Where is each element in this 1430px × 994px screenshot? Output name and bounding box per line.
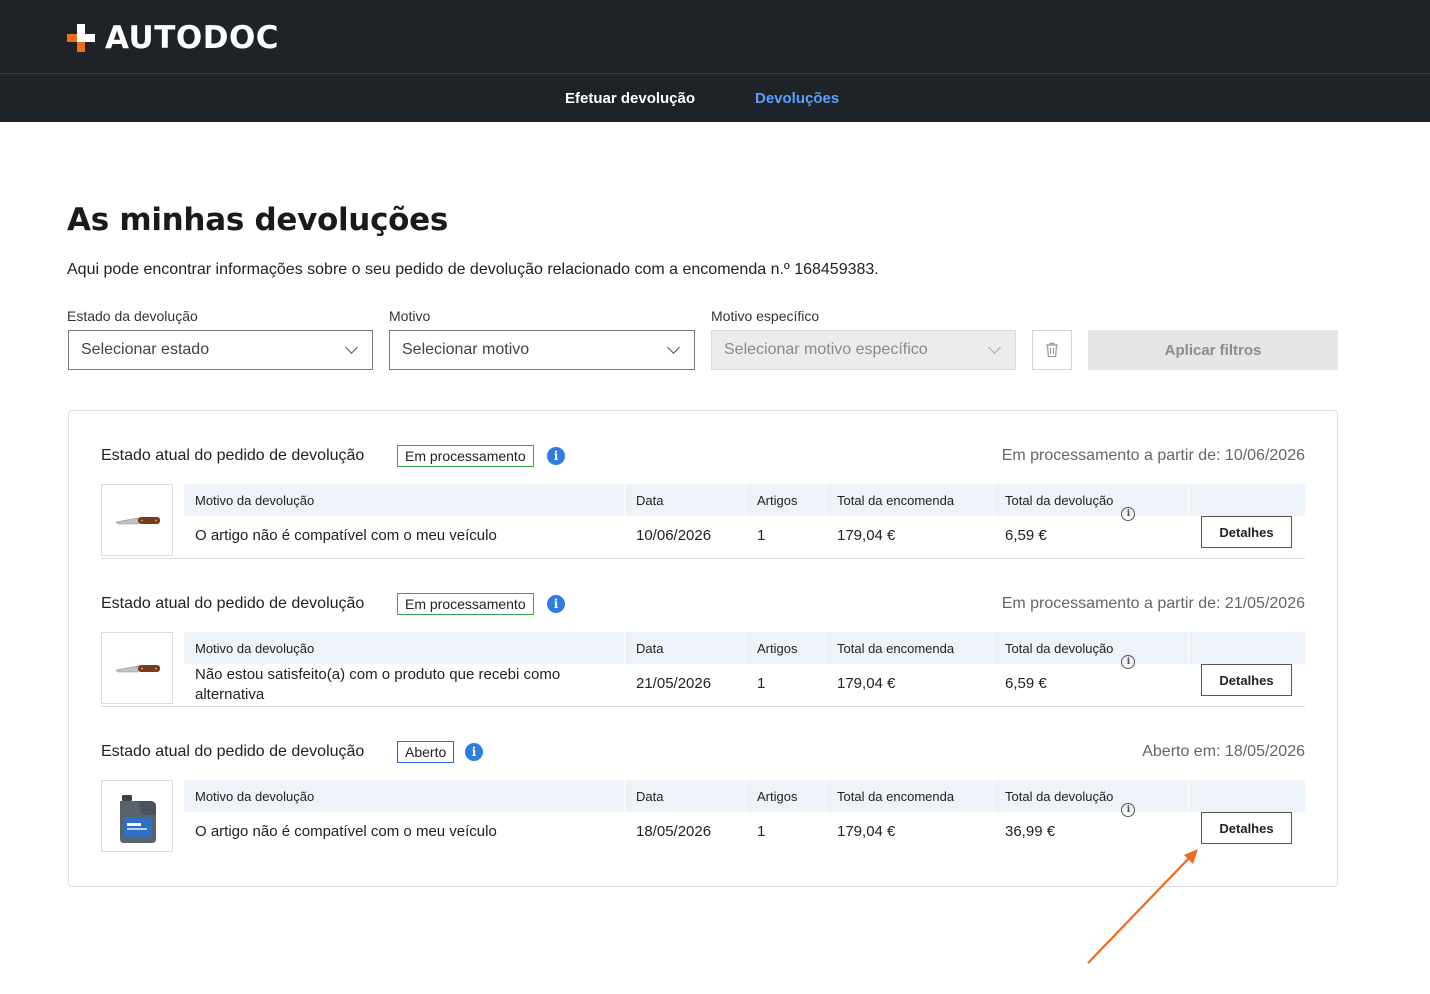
col-return-total: Total da devoluçãoi <box>1005 789 1136 817</box>
table-header: Motivo da devolução Data Artigos Total d… <box>184 780 1305 817</box>
returns-list: Estado atual do pedido de devolução Em p… <box>68 410 1338 887</box>
return-item: Estado atual do pedido de devolução Em p… <box>101 411 1305 559</box>
details-button[interactable]: Detalhes <box>1201 516 1292 548</box>
items-cell: 1 <box>757 823 766 840</box>
col-order-total: Total da encomenda <box>837 641 955 656</box>
top-header: AUTODOC <box>0 0 1430 74</box>
logo-plus-icon <box>67 24 95 52</box>
reason-select-value: Selecionar motivo <box>402 341 530 358</box>
product-thumbnail <box>101 632 173 704</box>
chevron-down-icon <box>988 341 1001 354</box>
oil-canister-icon <box>120 795 156 843</box>
col-order-total: Total da encomenda <box>837 789 955 804</box>
reason-cell: O artigo não é compatível com o meu veíc… <box>195 823 497 840</box>
reason-filter-label: Motivo <box>389 308 431 324</box>
nav-efetuar-devolucao[interactable]: Efetuar devolução <box>565 90 695 107</box>
knife-icon <box>115 517 160 525</box>
order-total-cell: 179,04 € <box>837 527 896 544</box>
autodoc-logo[interactable]: AUTODOC <box>67 20 279 56</box>
reason-select[interactable]: Selecionar motivo <box>389 330 695 370</box>
product-thumbnail <box>101 484 173 556</box>
chevron-down-icon <box>345 341 358 354</box>
status-select-value: Selecionar estado <box>81 341 210 358</box>
details-button[interactable]: Detalhes <box>1201 664 1292 696</box>
annotation-arrow-icon <box>1087 849 1198 964</box>
col-reason: Motivo da devolução <box>195 789 315 804</box>
status-badge: Aberto <box>397 741 455 763</box>
table-row: O artigo não é compatível com o meu veíc… <box>184 516 1305 556</box>
specific-reason-select-value: Selecionar motivo específico <box>724 341 928 358</box>
col-order-total: Total da encomenda <box>837 493 955 508</box>
reason-cell: O artigo não é compatível com o meu veíc… <box>195 527 497 544</box>
trash-icon <box>1046 342 1058 358</box>
col-items: Artigos <box>757 789 798 804</box>
state-label: Estado atual do pedido de devolução <box>101 447 365 464</box>
main-nav: Efetuar devolução Devoluções <box>0 74 1430 122</box>
apply-filters-button[interactable]: Aplicar filtros <box>1088 330 1338 370</box>
reason-cell: Não estou satisfeito(a) com o produto qu… <box>195 666 561 703</box>
items-cell: 1 <box>757 527 766 544</box>
info-icon[interactable]: i <box>547 595 565 613</box>
order-total-cell: 179,04 € <box>837 675 896 692</box>
return-total-cell: 6,59 € <box>1005 675 1047 692</box>
status-filter-label: Estado da devolução <box>67 308 198 324</box>
page-title: As minhas devoluções <box>67 202 449 238</box>
page-subtitle: Aqui pode encontrar informações sobre o … <box>67 261 879 278</box>
table-header: Motivo da devolução Data Artigos Total d… <box>184 484 1305 521</box>
col-return-total-label: Total da devolução <box>1005 789 1114 804</box>
order-total-cell: 179,04 € <box>837 823 896 840</box>
info-icon[interactable]: i <box>547 447 565 465</box>
chevron-down-icon <box>667 341 680 354</box>
table-row: Não estou satisfeito(a) com o produto qu… <box>184 664 1305 704</box>
clear-filters-button[interactable] <box>1032 330 1072 370</box>
items-cell: 1 <box>757 675 766 692</box>
date-cell: 10/06/2026 <box>636 527 712 544</box>
col-return-total: Total da devoluçãoi <box>1005 641 1136 669</box>
col-return-total: Total da devoluçãoi <box>1005 493 1136 521</box>
return-item: Estado atual do pedido de devolução Em p… <box>101 559 1305 707</box>
status-select[interactable]: Selecionar estado <box>68 330 373 370</box>
specific-reason-select[interactable]: Selecionar motivo específico <box>711 330 1016 370</box>
date-cell: 21/05/2026 <box>636 675 712 692</box>
status-badge: Em processamento <box>397 445 534 467</box>
state-label: Estado atual do pedido de devolução <box>101 595 365 612</box>
product-thumbnail <box>101 780 173 852</box>
return-total-cell: 6,59 € <box>1005 527 1047 544</box>
col-date: Data <box>636 493 664 508</box>
nav-devolucoes[interactable]: Devoluções <box>755 90 839 107</box>
col-reason: Motivo da devolução <box>195 493 315 508</box>
col-items: Artigos <box>757 641 798 656</box>
date-cell: 18/05/2026 <box>636 823 712 840</box>
knife-icon <box>115 665 160 673</box>
details-button[interactable]: Detalhes <box>1201 812 1292 844</box>
info-icon[interactable]: i <box>465 743 483 761</box>
col-return-total-label: Total da devolução <box>1005 493 1114 508</box>
status-badge: Em processamento <box>397 593 534 615</box>
col-date: Data <box>636 789 664 804</box>
table-header: Motivo da devolução Data Artigos Total d… <box>184 632 1305 669</box>
col-reason: Motivo da devolução <box>195 641 315 656</box>
state-date: Em processamento a partir de: 10/06/2026 <box>1001 447 1305 464</box>
return-total-cell: 36,99 € <box>1005 823 1056 840</box>
col-return-total-label: Total da devolução <box>1005 641 1114 656</box>
state-date: Aberto em: 18/05/2026 <box>1142 743 1305 760</box>
state-date: Em processamento a partir de: 21/05/2026 <box>1001 595 1305 612</box>
brand-name: AUTODOC <box>105 20 280 56</box>
col-date: Data <box>636 641 664 656</box>
state-label: Estado atual do pedido de devolução <box>101 743 365 760</box>
specific-reason-filter-label: Motivo específico <box>711 308 820 324</box>
return-item: Estado atual do pedido de devolução Aber… <box>101 707 1305 855</box>
col-items: Artigos <box>757 493 798 508</box>
